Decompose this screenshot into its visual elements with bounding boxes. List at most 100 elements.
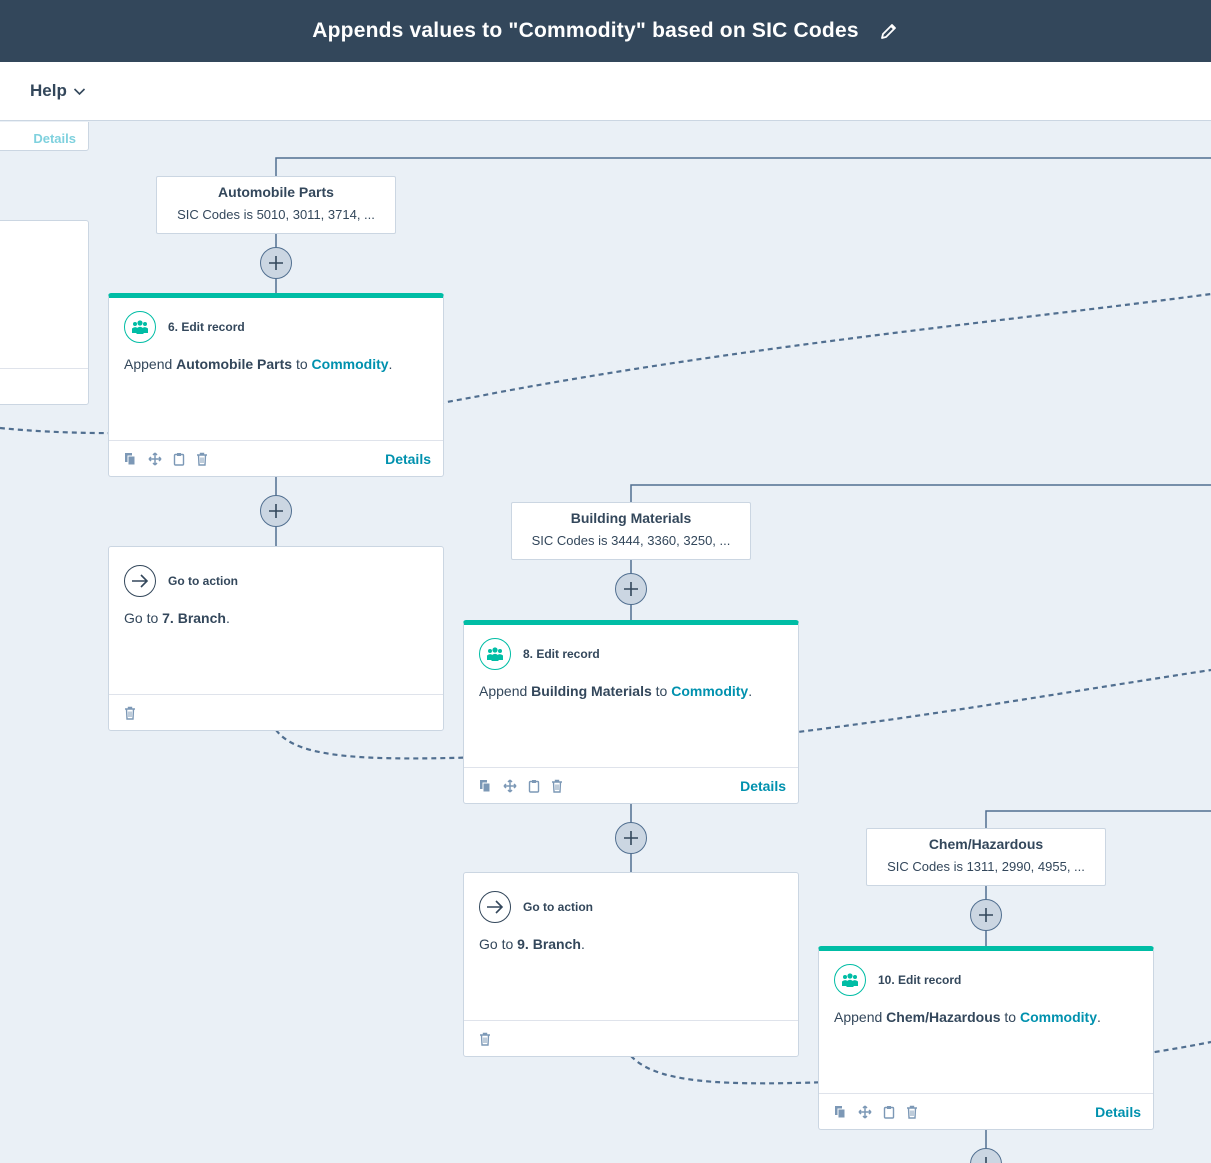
- card-title: 6. Edit record: [168, 320, 245, 334]
- arrow-right-circle-icon: [479, 891, 511, 923]
- help-menu[interactable]: Help: [30, 81, 86, 101]
- append-value: Chem/Hazardous: [886, 1009, 1001, 1025]
- card-header: Go to action: [124, 565, 238, 597]
- go-to-action-card-9[interactable]: Go to action Go to 9. Branch.: [463, 872, 799, 1057]
- partial-card-left[interactable]: [0, 220, 89, 405]
- arrow-right-circle-icon: [124, 565, 156, 597]
- card-title: 10. Edit record: [878, 973, 962, 987]
- menu-bar: Help: [0, 62, 1211, 121]
- text-suffix: .: [1097, 1009, 1101, 1025]
- workflow-title: Appends values to "Commodity" based on S…: [312, 19, 859, 42]
- partial-card-top[interactable]: Details: [0, 122, 89, 151]
- workflow-header: Appends values to "Commodity" based on S…: [0, 0, 1211, 62]
- branch-label-building-materials[interactable]: Building Materials SIC Codes is 3444, 33…: [511, 502, 751, 560]
- details-link[interactable]: Details: [33, 131, 76, 146]
- text-prefix: Append: [834, 1009, 883, 1025]
- workflow-canvas[interactable]: Details Automobile Parts SIC Codes is 50…: [0, 122, 1211, 1163]
- card-footer: [464, 1020, 798, 1056]
- delete-icon[interactable]: [479, 1032, 491, 1046]
- append-value: Building Materials: [531, 683, 652, 699]
- property-link[interactable]: Commodity: [1020, 1009, 1097, 1025]
- text-suffix: .: [388, 356, 393, 372]
- delete-icon[interactable]: [551, 779, 563, 793]
- edit-record-card-6[interactable]: 6. Edit record Append Automobile Parts t…: [108, 293, 444, 477]
- card-description: Go to 9. Branch.: [479, 936, 585, 952]
- text-prefix: Append: [479, 683, 528, 699]
- delete-icon[interactable]: [906, 1105, 918, 1119]
- text-suffix: .: [225, 610, 230, 626]
- move-icon[interactable]: [503, 778, 517, 793]
- goto-target: 7. Branch: [162, 610, 226, 626]
- card-title: Go to action: [523, 900, 593, 914]
- move-icon[interactable]: [858, 1104, 872, 1119]
- clipboard-icon[interactable]: [173, 452, 185, 466]
- card-description: Append Chem/Hazardous to Commodity.: [834, 1009, 1101, 1025]
- add-action-button[interactable]: [615, 822, 647, 854]
- clipboard-icon[interactable]: [883, 1105, 895, 1119]
- clipboard-icon[interactable]: [528, 779, 540, 793]
- card-footer: [109, 694, 443, 730]
- goto-target: 9. Branch: [517, 936, 581, 952]
- text-prefix: Append: [124, 356, 173, 372]
- delete-icon[interactable]: [124, 706, 136, 720]
- contacts-icon: [124, 311, 156, 343]
- delete-icon[interactable]: [196, 452, 208, 466]
- move-icon[interactable]: [148, 451, 162, 466]
- help-label: Help: [30, 81, 67, 100]
- text-mid: to: [295, 356, 308, 372]
- append-value: Automobile Parts: [176, 356, 293, 372]
- card-title: Go to action: [168, 574, 238, 588]
- card-footer: Details: [109, 440, 443, 476]
- card-divider: [0, 368, 88, 369]
- add-action-button[interactable]: [260, 495, 292, 527]
- card-description: Go to 7. Branch.: [124, 610, 230, 626]
- text-mid: to: [655, 683, 668, 699]
- branch-condition: SIC Codes is 1311, 2990, 4955, ...: [887, 859, 1085, 874]
- card-description: Append Building Materials to Commodity.: [479, 683, 752, 699]
- text-prefix: Go to: [479, 936, 514, 952]
- branch-name: Automobile Parts: [218, 184, 334, 200]
- text-prefix: Go to: [124, 610, 159, 626]
- plus-icon: [979, 908, 993, 922]
- card-description: Append Automobile Parts to Commodity.: [124, 356, 392, 372]
- card-title: 8. Edit record: [523, 647, 600, 661]
- text-suffix: .: [580, 936, 585, 952]
- details-link[interactable]: Details: [385, 451, 431, 467]
- details-link[interactable]: Details: [1095, 1104, 1141, 1120]
- branch-name: Chem/Hazardous: [928, 836, 1044, 852]
- card-header: 8. Edit record: [479, 638, 600, 670]
- branch-label-chem-hazardous[interactable]: Chem/Hazardous SIC Codes is 1311, 2990, …: [866, 828, 1106, 886]
- plus-icon: [269, 504, 283, 518]
- text-mid: to: [1004, 1009, 1017, 1025]
- text-suffix: .: [748, 683, 753, 699]
- branch-condition: SIC Codes is 3444, 3360, 3250, ...: [531, 533, 731, 548]
- add-action-button[interactable]: [970, 899, 1002, 931]
- chevron-down-icon: [73, 87, 85, 95]
- add-action-button[interactable]: [260, 247, 292, 279]
- contacts-icon: [834, 964, 866, 996]
- property-link[interactable]: Commodity: [671, 683, 748, 699]
- plus-icon: [269, 256, 283, 270]
- card-footer: Details: [464, 767, 798, 803]
- clone-icon[interactable]: [834, 1105, 847, 1119]
- card-header: Go to action: [479, 891, 593, 923]
- add-action-button[interactable]: [615, 573, 647, 605]
- pencil-edit-icon[interactable]: [879, 21, 899, 41]
- go-to-action-card-7[interactable]: Go to action Go to 7. Branch.: [108, 546, 444, 731]
- edit-record-card-10[interactable]: 10. Edit record Append Chem/Hazardous to…: [818, 946, 1154, 1130]
- card-footer: Details: [819, 1093, 1153, 1129]
- clone-icon[interactable]: [479, 779, 492, 793]
- branch-label-automobile-parts[interactable]: Automobile Parts SIC Codes is 5010, 3011…: [156, 176, 396, 234]
- clone-icon[interactable]: [124, 452, 137, 466]
- plus-icon: [624, 582, 638, 596]
- edit-record-card-8[interactable]: 8. Edit record Append Building Materials…: [463, 620, 799, 804]
- details-link[interactable]: Details: [740, 778, 786, 794]
- contacts-icon: [479, 638, 511, 670]
- branch-condition: SIC Codes is 5010, 3011, 3714, ...: [177, 207, 375, 222]
- plus-icon: [985, 1157, 987, 1163]
- property-link[interactable]: Commodity: [312, 356, 389, 372]
- branch-name: Building Materials: [570, 510, 692, 526]
- plus-icon: [624, 831, 638, 845]
- card-header: 6. Edit record: [124, 311, 245, 343]
- card-header: 10. Edit record: [834, 964, 961, 996]
